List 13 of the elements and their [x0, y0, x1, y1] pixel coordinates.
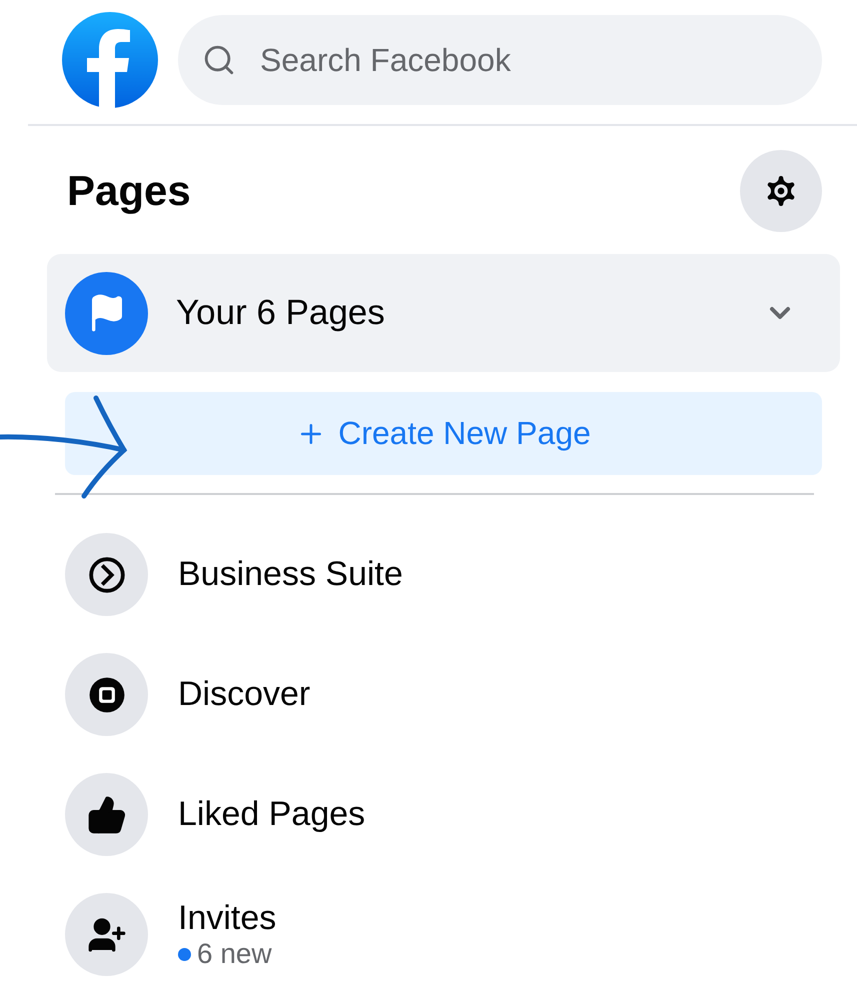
page-heading: Pages: [67, 167, 191, 215]
menu-item[interactable]: Invites: [178, 899, 276, 938]
menu-item[interactable]: Liked Pages: [178, 795, 366, 834]
square-badge-icon: [88, 676, 126, 714]
search-field[interactable]: Search Facebook: [178, 15, 822, 105]
new-count: 6 new: [178, 938, 276, 970]
menu-item[interactable]: Discover: [178, 675, 310, 714]
your-pages-item[interactable]: Your 6 Pages: [47, 254, 840, 372]
facebook-logo[interactable]: [62, 12, 158, 108]
create-page-button[interactable]: Create New Page: [65, 392, 822, 475]
search-icon: [202, 43, 236, 77]
menu-item[interactable]: Business Suite: [178, 555, 403, 594]
thumbs-up-icon: [86, 794, 126, 834]
